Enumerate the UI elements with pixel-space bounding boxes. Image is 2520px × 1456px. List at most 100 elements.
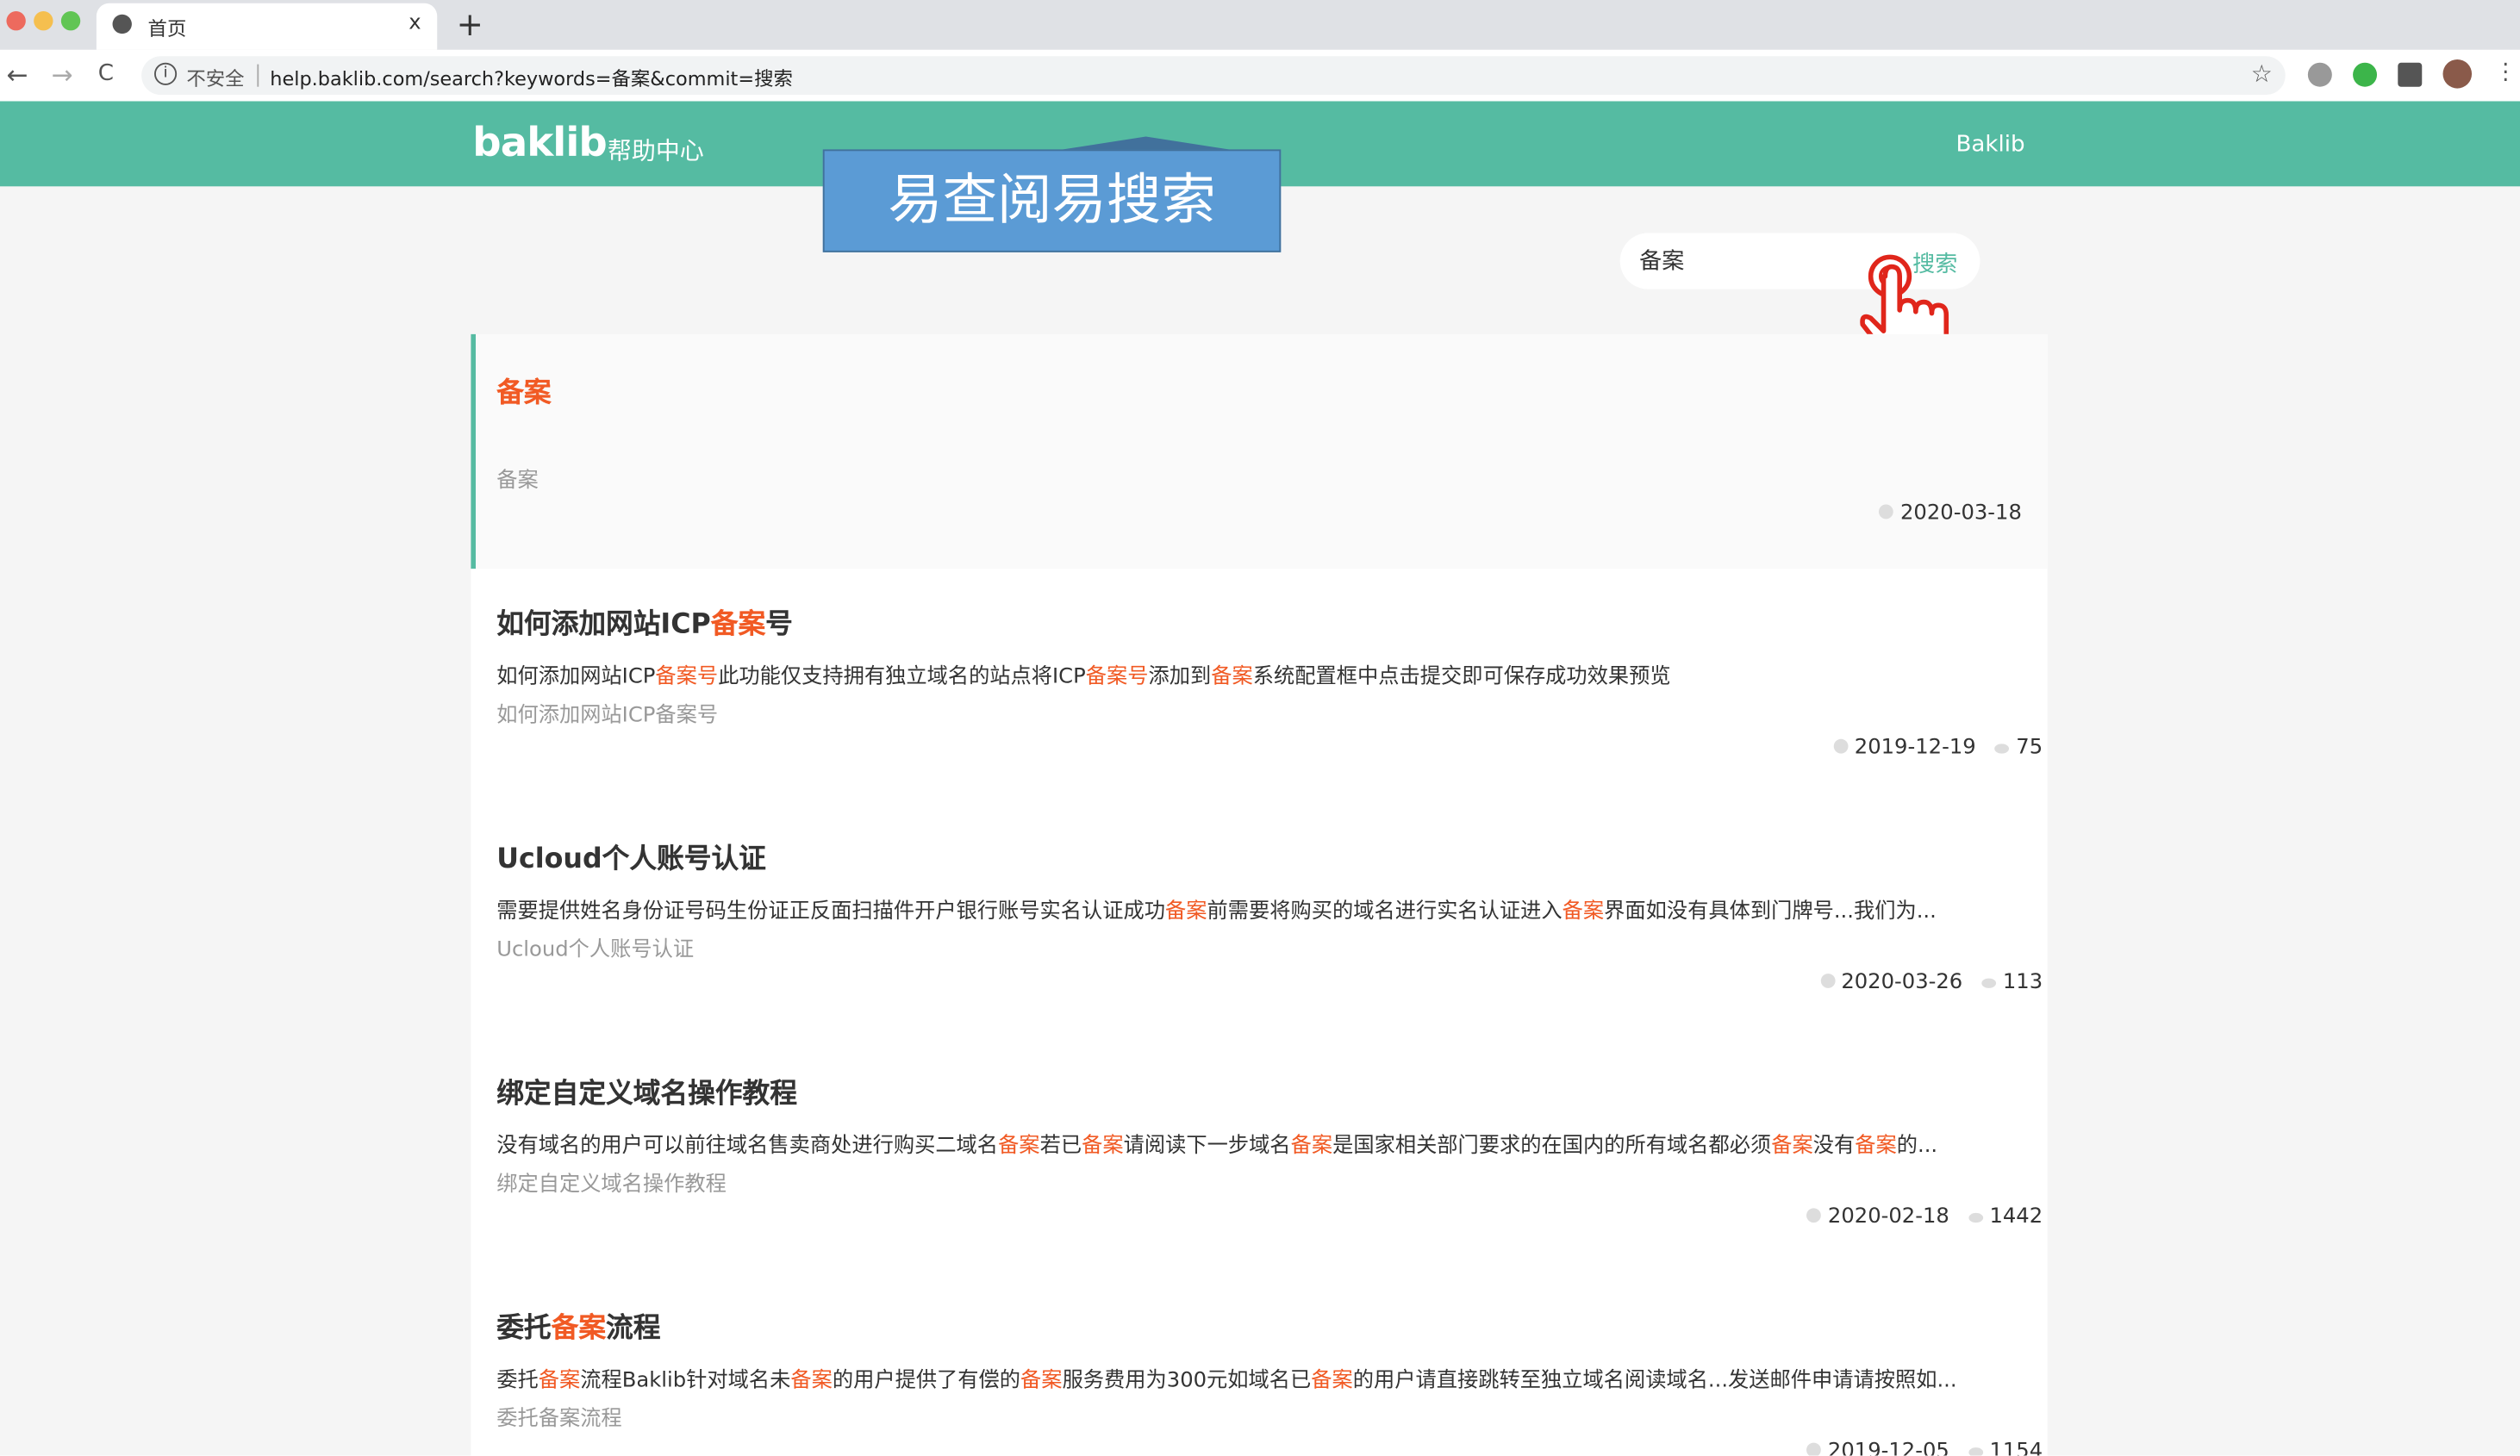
keyword-highlight: 备案 <box>1211 665 1253 689</box>
result-snippet: 委托备案流程Baklib针对域名未备案的用户提供了有偿的备案服务费用为300元如… <box>496 1362 1957 1393</box>
new-tab-button[interactable]: + <box>457 5 483 44</box>
logo[interactable]: baklib <box>472 119 608 165</box>
logo-subtitle: 帮助中心 <box>607 136 704 166</box>
result-views: 1154 <box>1989 1439 2043 1456</box>
text-segment: 流程 <box>606 1312 661 1345</box>
maximize-window-button[interactable] <box>60 11 81 31</box>
keyword-highlight: 备案 <box>790 1368 833 1393</box>
keyword-highlight: 备案 <box>1855 1134 1897 1159</box>
result-date: 2020-03-26 <box>1841 970 1963 995</box>
result-date: 2019-12-05 <box>1827 1439 1949 1456</box>
keyword-highlight: 备案 <box>551 1312 607 1345</box>
result-title[interactable]: 如何添加网站ICP备案号 <box>496 600 793 641</box>
globe-icon <box>112 14 132 34</box>
keyword-highlight: 备案 <box>710 608 766 642</box>
keyword-highlight: 备案 <box>1771 1134 1813 1159</box>
keyword-highlight: 备案 <box>1290 1134 1333 1159</box>
text-segment: 需要提供姓名身份证号码生份证正反面扫描件开户银行账号实名认证成功 <box>496 899 1166 924</box>
result-subtitle: 绑定自定义域名操作教程 <box>496 1173 727 1198</box>
browser-window: 首页 x + ← → C i 不安全 help.baklib.com/searc… <box>0 0 2520 1456</box>
eye-icon <box>1968 1447 1983 1456</box>
keyword-highlight: 备案号 <box>655 665 719 689</box>
security-label: 不安全 <box>186 67 245 90</box>
result-item[interactable]: 委托备案流程 委托备案流程Baklib针对域名未备案的用户提供了有偿的备案服务费用… <box>471 1272 2047 1456</box>
text-segment: 的用户请直接跳转至独立域名阅读域名...发送邮件申请请按照如... <box>1352 1368 1957 1393</box>
text-segment: 号 <box>765 608 793 642</box>
extension-check-icon[interactable] <box>2353 62 2378 87</box>
close-tab-icon[interactable]: x <box>409 11 421 35</box>
tab-bar: 首页 x + <box>0 0 2520 50</box>
text-segment: 服务费用为300元如域名已 <box>1062 1368 1312 1393</box>
clock-icon <box>1879 504 1894 520</box>
reload-button[interactable]: C <box>98 61 114 87</box>
result-item[interactable]: 绑定自定义域名操作教程没有域名的用户可以前往域名售卖商处进行购买二域名备案若已备… <box>471 1038 2047 1272</box>
result-title[interactable]: 备案 <box>496 370 552 410</box>
keyword-highlight: 备案号 <box>1085 665 1149 689</box>
callout-banner: 易查阅易搜索 <box>822 149 1282 252</box>
result-meta: 2019-12-19 75 <box>1814 736 2043 760</box>
result-item[interactable]: Ucloud个人账号认证需要提供姓名身份证号码生份证正反面扫描件开户银行账号实名… <box>471 803 2047 1037</box>
text-segment: 此功能仅支持拥有独立域名的站点将ICP <box>718 665 1086 689</box>
text-segment: 是国家相关部门要求的在国内的所有域名都必须 <box>1332 1134 1772 1159</box>
search-results: 备案 备案 2020-03-18 如何添加网站ICP备案号 如何添加网站ICP备案号此功… <box>471 333 2048 1456</box>
result-views: 113 <box>2002 970 2043 995</box>
url-text[interactable]: help.baklib.com/search?keywords=备案&commi… <box>270 65 793 92</box>
eye-icon <box>1968 1212 1983 1223</box>
result-item[interactable]: 备案 备案 2020-03-18 <box>471 333 2048 569</box>
result-date: 2020-03-18 <box>1900 501 2022 526</box>
text-segment: 如何添加网站ICP <box>496 608 711 642</box>
minimize-window-button[interactable] <box>34 11 53 31</box>
text-segment: 委托 <box>496 1312 552 1345</box>
clock-icon <box>1820 974 1835 988</box>
text-segment: 的用户提供了有偿的 <box>832 1368 1021 1393</box>
keyword-highlight: 备案 <box>1082 1134 1124 1159</box>
clock-icon <box>1833 738 1849 754</box>
result-views: 1442 <box>1989 1204 2043 1229</box>
forward-button[interactable]: → <box>52 59 73 90</box>
eye-icon <box>1981 978 1997 988</box>
result-date: 2020-02-18 <box>1827 1204 1949 1229</box>
result-title[interactable]: 委托备案流程 <box>496 1304 660 1345</box>
text-segment: 添加到 <box>1148 665 1212 689</box>
result-snippet: 没有域名的用户可以前往域名售卖商处进行购买二域名备案若已备案请阅读下一步域名备案… <box>496 1128 1938 1159</box>
result-date: 2019-12-19 <box>1854 736 1976 761</box>
result-meta: 2020-02-18 1442 <box>1787 1205 2043 1229</box>
result-meta: 2019-12-05 1154 <box>1787 1440 2043 1456</box>
text-segment: 流程Baklib针对域名未 <box>580 1368 791 1393</box>
keyword-highlight: 备案 <box>1562 899 1605 924</box>
back-button[interactable]: ← <box>6 59 28 90</box>
clock-icon <box>1806 1208 1822 1223</box>
extension-icon[interactable] <box>2307 62 2332 87</box>
result-subtitle: 如何添加网站ICP备案号 <box>496 703 719 728</box>
text-segment: 界面如没有具体到门牌号...我们为... <box>1604 899 1937 924</box>
search-input[interactable] <box>1636 246 1884 275</box>
menu-icon[interactable]: ⋮ <box>2494 59 2517 85</box>
keyword-highlight: 备案 <box>1165 899 1207 924</box>
avatar[interactable] <box>2442 59 2473 89</box>
result-title[interactable]: Ucloud个人账号认证 <box>496 836 766 875</box>
text-segment: 的... <box>1896 1134 1938 1159</box>
browser-tab[interactable]: 首页 x <box>96 3 438 50</box>
baklib-link[interactable]: Baklib <box>1956 132 2025 158</box>
keyword-highlight: 备案 <box>496 377 552 410</box>
result-subtitle: 备案 <box>496 469 539 494</box>
result-item[interactable]: 如何添加网站ICP备案号 如何添加网站ICP备案号此功能仅支持拥有独立域名的站点将… <box>471 569 2047 803</box>
keyword-highlight: 备案 <box>998 1134 1040 1159</box>
info-icon[interactable]: i <box>154 62 178 85</box>
eye-icon <box>1995 744 2010 754</box>
keyword-highlight: 备案 <box>1020 1368 1063 1393</box>
keyword-highlight: 备案 <box>538 1368 581 1393</box>
puzzle-icon[interactable] <box>2398 62 2423 87</box>
clock-icon <box>1806 1442 1822 1456</box>
address-bar[interactable]: i 不安全 help.baklib.com/search?keywords=备案… <box>141 56 2286 96</box>
text-segment: 如何添加网站ICP <box>496 665 656 689</box>
bookmark-star-icon[interactable]: ☆ <box>2251 59 2273 89</box>
result-views: 75 <box>2016 736 2043 761</box>
result-title[interactable]: 绑定自定义域名操作教程 <box>496 1070 797 1110</box>
result-snippet: 如何添加网站ICP备案号此功能仅支持拥有独立域名的站点将ICP备案号添加到备案系… <box>496 659 1670 689</box>
result-meta: 2020-03-18 <box>1860 501 2022 526</box>
result-subtitle: 委托备案流程 <box>496 1407 622 1432</box>
text-segment: 若已 <box>1039 1134 1082 1159</box>
text-segment: 委托 <box>496 1368 539 1393</box>
close-window-button[interactable] <box>6 11 26 31</box>
